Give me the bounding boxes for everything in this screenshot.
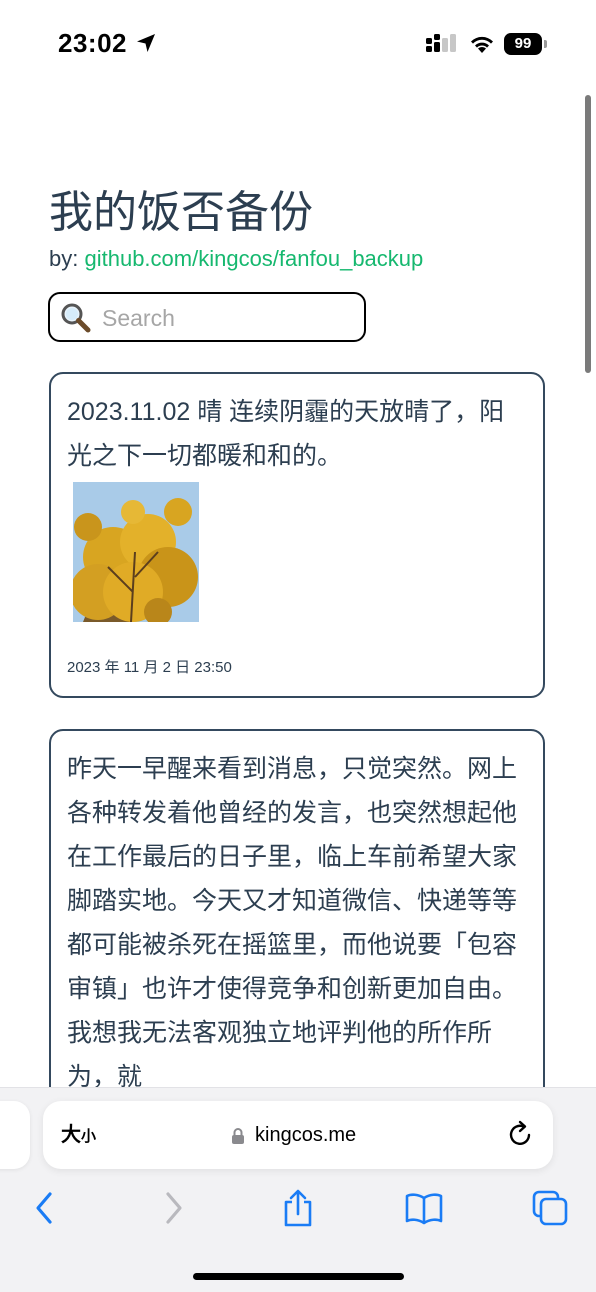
status-time: 23:02 xyxy=(58,28,127,58)
forward-chevron-icon[interactable] xyxy=(160,1188,188,1228)
post-card: 2023.11.02 晴 连续阴霾的天放晴了，阳光之下一切都暖和和的。 2023… xyxy=(49,372,545,698)
address-bar[interactable]: 大小 kingcos.me xyxy=(43,1101,553,1169)
tabs-overview-icon[interactable] xyxy=(530,1188,570,1228)
status-bar: 23:02 99 xyxy=(0,0,596,90)
battery-level: 99 xyxy=(504,33,542,55)
bookmarks-book-icon[interactable] xyxy=(404,1188,444,1228)
byline: by: github.com/kingcos/fanfou_backup xyxy=(49,246,423,272)
browser-toolbar: 大小 kingcos.me xyxy=(0,1087,596,1292)
url-domain[interactable]: kingcos.me xyxy=(255,1121,356,1149)
back-chevron-icon[interactable] xyxy=(30,1188,58,1228)
post-text: 昨天一早醒来看到消息，只觉突然。网上各种转发着他曾经的发言，也突然想起他在工作最… xyxy=(67,755,518,1091)
text-size-large: 大 xyxy=(61,1124,81,1146)
text-size-button[interactable]: 大小 xyxy=(61,1119,109,1151)
wifi-icon xyxy=(471,36,493,53)
post-date: 2023 年 11 月 2 日 23:50 xyxy=(67,659,232,676)
text-size-small: 小 xyxy=(81,1128,97,1145)
share-icon[interactable] xyxy=(280,1188,316,1228)
byline-prefix: by: xyxy=(49,246,79,271)
github-link[interactable]: github.com/kingcos/fanfou_backup xyxy=(84,246,423,271)
lock-icon xyxy=(232,1128,244,1144)
battery-tip xyxy=(544,40,547,48)
page-title: 我的饭否备份 xyxy=(49,188,313,237)
magnifying-glass-icon xyxy=(61,303,91,333)
search-input[interactable] xyxy=(100,300,354,336)
reload-icon[interactable] xyxy=(505,1119,535,1149)
battery-icon: 99 xyxy=(504,33,548,55)
post-card: 昨天一早醒来看到消息，只觉突然。网上各种转发着他曾经的发言，也突然想起他在工作最… xyxy=(49,729,545,1149)
cellular-signal-icon xyxy=(426,34,456,52)
home-indicator[interactable] xyxy=(193,1273,404,1280)
yellow-autumn-tree-photo xyxy=(73,482,199,622)
page-scrollbar[interactable] xyxy=(585,95,591,373)
location-arrow-icon xyxy=(137,34,155,52)
search-box[interactable] xyxy=(48,292,366,342)
post-photo[interactable] xyxy=(73,482,199,622)
previous-tab-preview[interactable] xyxy=(0,1101,30,1169)
post-text: 2023.11.02 晴 连续阴霾的天放晴了，阳光之下一切都暖和和的。 xyxy=(67,398,505,470)
